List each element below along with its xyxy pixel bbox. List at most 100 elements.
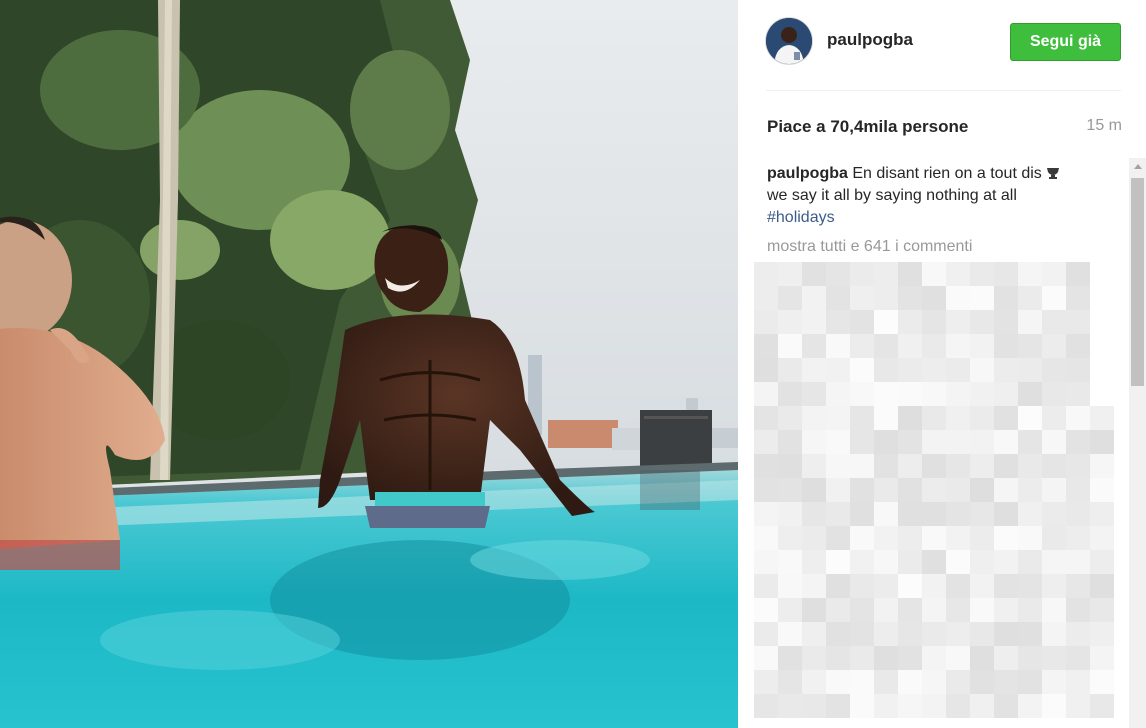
follow-button[interactable]: Segui già: [1010, 23, 1121, 61]
pixel-block: [1018, 358, 1042, 382]
pixel-block: [922, 382, 946, 406]
pixel-block: [802, 454, 826, 478]
pixel-block: [802, 526, 826, 550]
pixel-block: [850, 430, 874, 454]
pixel-block: [1042, 310, 1066, 334]
pixel-block: [970, 670, 994, 694]
pixelated-comments: [754, 262, 1124, 728]
pixel-block: [874, 622, 898, 646]
pixel-block: [850, 286, 874, 310]
pixel-block: [898, 502, 922, 526]
pixel-block: [1090, 574, 1114, 598]
pixel-block: [1018, 310, 1042, 334]
pixel-block: [778, 646, 802, 670]
pixel-block: [754, 406, 778, 430]
pixel-block: [970, 694, 994, 718]
pixel-block: [1042, 622, 1066, 646]
pixel-block: [994, 574, 1018, 598]
pixel-block: [922, 430, 946, 454]
pixel-block: [754, 286, 778, 310]
pixel-block: [898, 454, 922, 478]
pixel-block: [1066, 598, 1090, 622]
pixel-block: [874, 478, 898, 502]
pixel-block: [1090, 646, 1114, 670]
pixel-block: [970, 622, 994, 646]
pixel-block: [778, 502, 802, 526]
pixel-block: [970, 478, 994, 502]
pixel-block: [1066, 646, 1090, 670]
pixel-block: [1018, 478, 1042, 502]
pixel-block: [874, 574, 898, 598]
pixel-block: [754, 382, 778, 406]
pixel-block: [922, 574, 946, 598]
profile-avatar[interactable]: [766, 18, 812, 64]
pixel-block: [922, 526, 946, 550]
pixel-block: [970, 286, 994, 310]
post-username[interactable]: paulpogba: [827, 30, 913, 50]
likes-count[interactable]: Piace a 70,4mila persone: [767, 117, 968, 137]
pixel-block: [898, 286, 922, 310]
pixel-block: [778, 358, 802, 382]
hashtag-link[interactable]: #holidays: [767, 207, 1112, 229]
pixel-block: [1018, 670, 1042, 694]
pixel-block: [874, 502, 898, 526]
pixel-block: [970, 574, 994, 598]
post-timestamp[interactable]: 15 m: [1086, 117, 1122, 135]
caption-text-line2: we say it all by saying nothing at all: [767, 187, 1017, 204]
pixel-block: [850, 334, 874, 358]
pixel-block: [1018, 334, 1042, 358]
pixel-block: [922, 286, 946, 310]
pixel-block: [994, 478, 1018, 502]
pixel-block: [994, 502, 1018, 526]
caption-username[interactable]: paulpogba: [767, 165, 848, 182]
pixel-block: [850, 670, 874, 694]
pixel-block: [1090, 598, 1114, 622]
pixel-block: [778, 262, 802, 286]
trophy-icon: [1046, 164, 1060, 179]
pixel-block: [802, 406, 826, 430]
pixel-block: [898, 334, 922, 358]
pixel-block: [1066, 430, 1090, 454]
pixel-block: [1090, 502, 1114, 526]
pixel-block: [946, 622, 970, 646]
pixel-block: [754, 574, 778, 598]
pixel-block: [754, 454, 778, 478]
pixel-block: [898, 598, 922, 622]
pixel-block: [1090, 406, 1114, 430]
pixel-block: [898, 694, 922, 718]
pixel-block: [898, 646, 922, 670]
pixel-block: [1066, 694, 1090, 718]
pixel-block: [850, 622, 874, 646]
scroll-up-arrow-icon[interactable]: [1129, 158, 1146, 175]
post-details-panel: paulpogba Segui già Piace a 70,4mila per…: [738, 0, 1146, 728]
scrollbar-thumb[interactable]: [1131, 178, 1144, 386]
pixel-block: [874, 406, 898, 430]
pixel-block: [898, 574, 922, 598]
pixel-block: [1042, 574, 1066, 598]
pixel-block: [826, 694, 850, 718]
pixel-block: [778, 382, 802, 406]
pixel-block: [1018, 574, 1042, 598]
pixel-block: [946, 646, 970, 670]
pixel-block: [802, 622, 826, 646]
pixel-block: [1018, 262, 1042, 286]
pixel-block: [826, 646, 850, 670]
pixel-block: [826, 262, 850, 286]
pixel-block: [922, 262, 946, 286]
pixel-block: [1090, 526, 1114, 550]
pixel-block: [970, 310, 994, 334]
view-all-comments-link[interactable]: mostra tutti e 641 i commenti: [767, 238, 972, 256]
header-divider: [766, 90, 1121, 91]
pixel-block: [850, 526, 874, 550]
pixel-block: [754, 310, 778, 334]
pixel-block: [826, 670, 850, 694]
pixel-block: [850, 598, 874, 622]
pixel-block: [946, 310, 970, 334]
post-photo[interactable]: [0, 0, 738, 728]
pixel-block: [802, 694, 826, 718]
pixel-block: [898, 550, 922, 574]
pixel-block: [1042, 646, 1066, 670]
pixel-block: [1066, 454, 1090, 478]
pixel-block: [1042, 406, 1066, 430]
pixel-block: [754, 358, 778, 382]
